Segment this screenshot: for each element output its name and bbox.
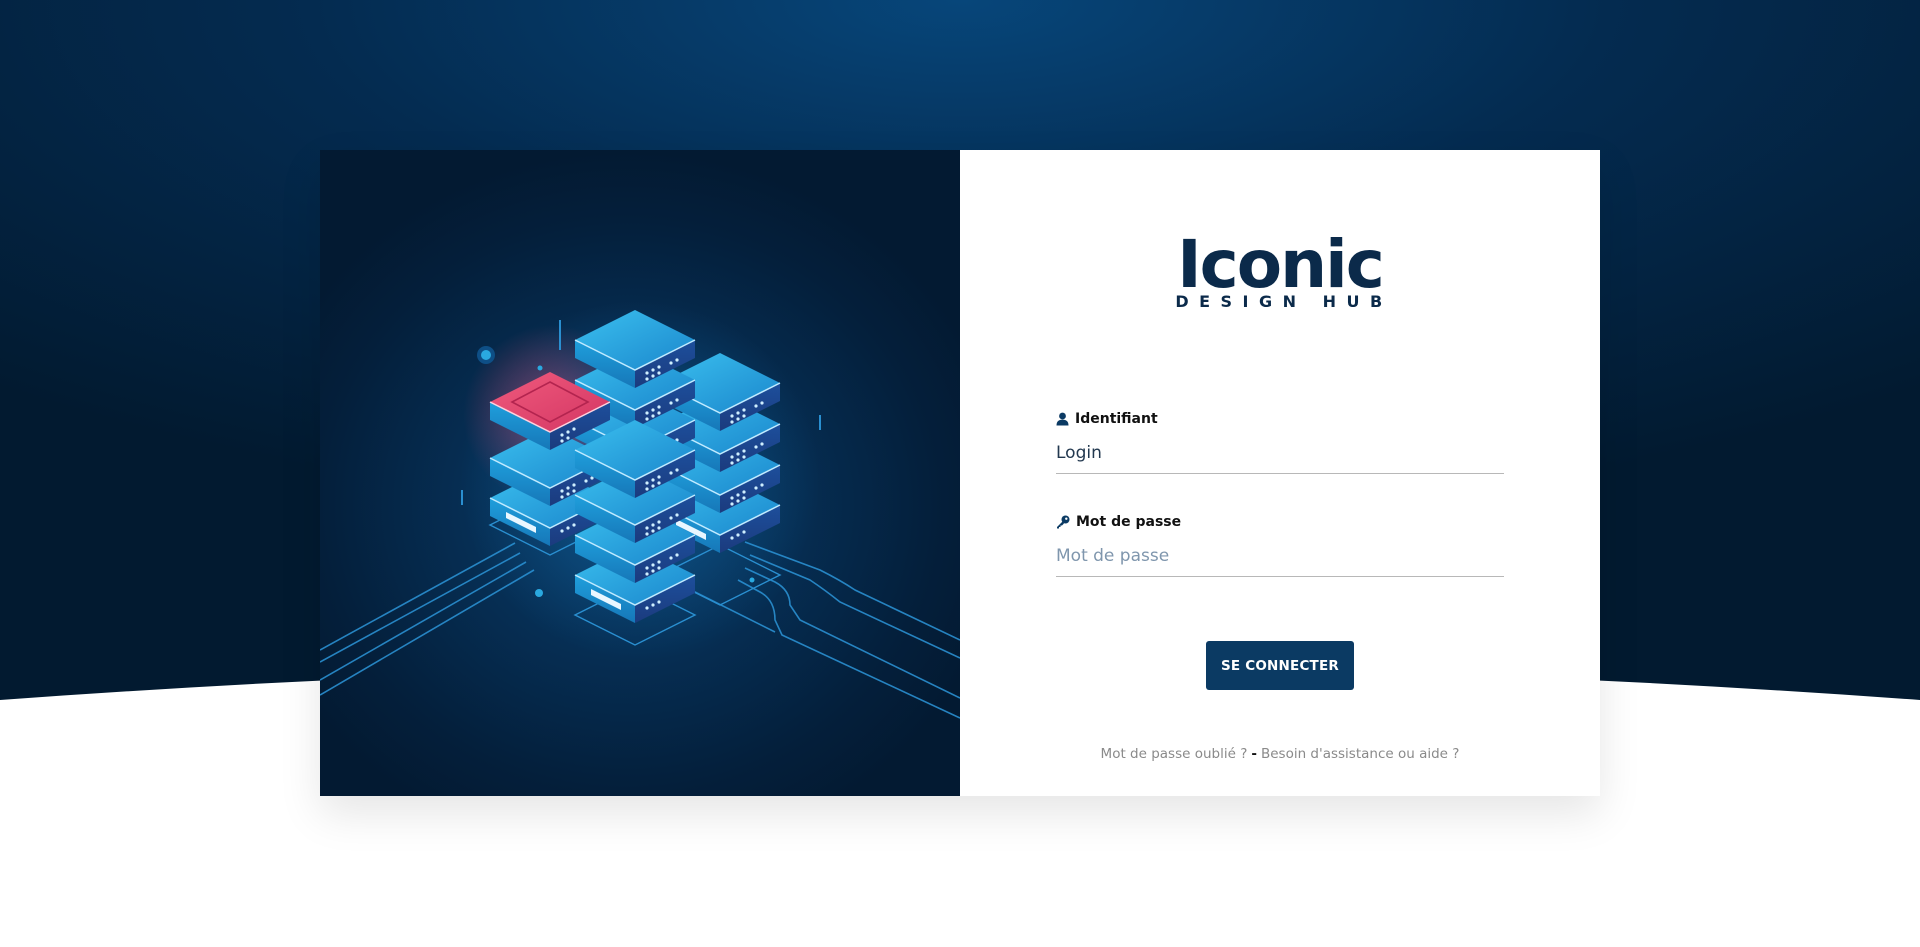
logo-wordmark: Iconic	[1177, 226, 1385, 303]
username-input[interactable]	[1056, 437, 1504, 474]
logo-tagline: DESIGN HUB	[1175, 292, 1393, 311]
links-separator: -	[1251, 746, 1257, 762]
server-stack-illustration	[320, 300, 960, 719]
server-illustration	[320, 150, 960, 796]
forgot-password-link[interactable]: Mot de passe oublié ?	[1101, 746, 1248, 762]
key-icon	[1056, 515, 1070, 529]
brand-logo: Iconic DESIGN HUB	[960, 226, 1600, 312]
password-field-group: Mot de passe	[1056, 512, 1504, 577]
username-label-text: Identifiant	[1075, 411, 1158, 427]
user-icon	[1056, 412, 1069, 426]
username-label: Identifiant	[1056, 409, 1504, 429]
login-card: Iconic DESIGN HUB Identifiant Login Mot …	[320, 150, 1600, 796]
password-label: Mot de passe	[1056, 512, 1504, 532]
password-label-text: Mot de passe	[1076, 514, 1182, 530]
password-input[interactable]	[1056, 540, 1504, 577]
login-form-panel: Iconic DESIGN HUB Identifiant Login Mot …	[960, 150, 1600, 796]
login-submit-button[interactable]: SE CONNECTER	[1206, 641, 1354, 690]
support-link[interactable]: Besoin d'assistance ou aide ?	[1261, 746, 1459, 762]
username-field-group: Identifiant	[1056, 409, 1504, 474]
help-links: Mot de passe oublié ? - Besoin d'assistanc…	[960, 746, 1600, 762]
